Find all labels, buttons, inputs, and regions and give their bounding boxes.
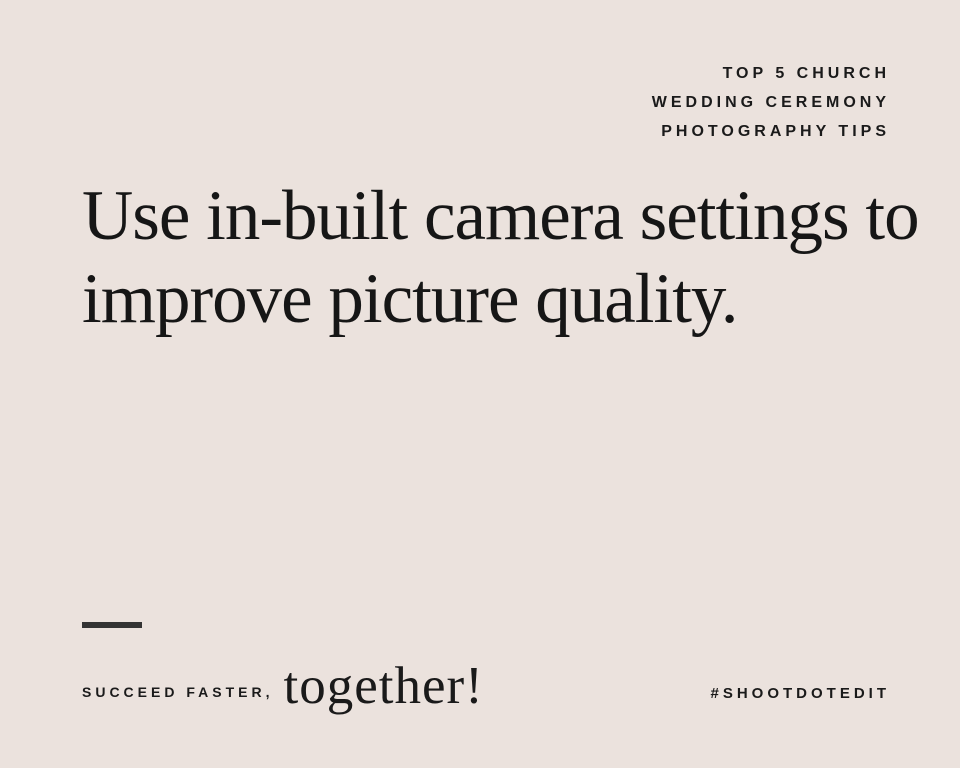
tagline-plain-text: SUCCEED FASTER, <box>82 684 273 700</box>
tagline: SUCCEED FASTER, together! <box>82 662 484 722</box>
hashtag-text: #SHOOTDOTEDIT <box>710 685 890 702</box>
divider-line <box>82 622 142 628</box>
header-line-3: PHOTOGRAPHY TIPS <box>652 118 890 147</box>
main-headline: Use in-built camera settings to improve … <box>82 175 960 341</box>
header-category: TOP 5 CHURCH WEDDING CEREMONY PHOTOGRAPH… <box>652 60 890 146</box>
header-line-2: WEDDING CEREMONY <box>652 89 890 118</box>
tagline-script-text: together! <box>283 656 483 716</box>
header-line-1: TOP 5 CHURCH <box>652 60 890 89</box>
